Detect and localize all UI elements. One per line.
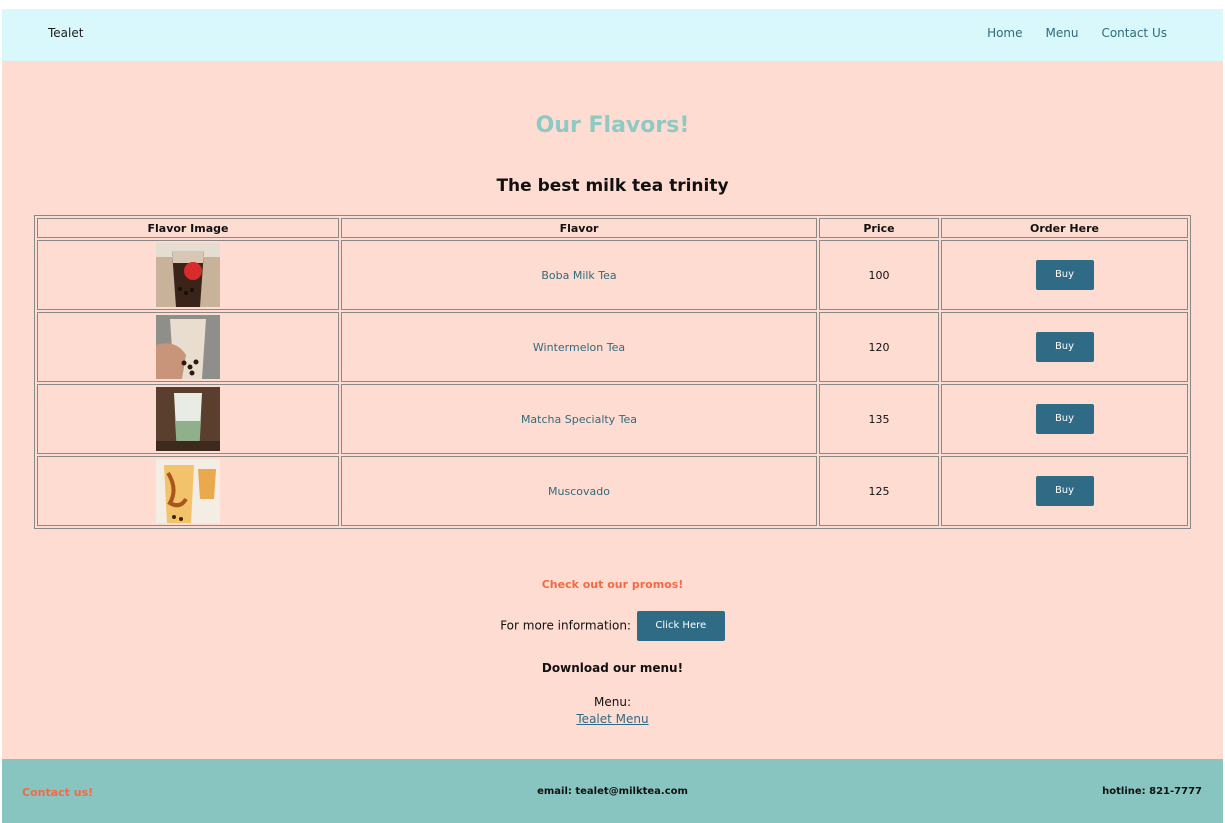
nav-link-contact[interactable]: Contact Us bbox=[1101, 26, 1167, 40]
flavor-name: Wintermelon Tea bbox=[532, 340, 626, 354]
nav-link-menu[interactable]: Menu bbox=[1046, 26, 1079, 40]
flavors-table: Flavor Image Flavor Price Order Here Bob bbox=[34, 215, 1191, 529]
nav-links: Home Menu Contact Us bbox=[987, 26, 1167, 40]
table-row: Boba Milk Tea 100 Buy bbox=[37, 240, 1188, 310]
footer-hotline: hotline: 821-7777 bbox=[1102, 786, 1202, 797]
flavor-cell: Muscovado bbox=[341, 456, 817, 526]
nav-link-home[interactable]: Home bbox=[987, 26, 1022, 40]
page-frame: Tealet Home Menu Contact Us Our Flavors!… bbox=[2, 9, 1223, 823]
table-row: Wintermelon Tea 120 Buy bbox=[37, 312, 1188, 382]
buy-button[interactable]: Buy bbox=[1035, 404, 1094, 434]
order-cell: Buy bbox=[941, 312, 1188, 382]
download-heading: Download our menu! bbox=[541, 661, 684, 675]
buy-button[interactable]: Buy bbox=[1035, 332, 1094, 362]
flavor-image-cell bbox=[37, 384, 339, 454]
more-info-row: For more information: Click Here bbox=[2, 611, 1223, 641]
header-flavor: Flavor bbox=[341, 218, 817, 238]
flavor-name: Muscovado bbox=[548, 484, 610, 498]
footer-email: email: tealet@milktea.com bbox=[537, 786, 688, 797]
header-order-here: Order Here bbox=[941, 218, 1188, 238]
flavor-name: Matcha Specialty Tea bbox=[520, 412, 638, 426]
flavor-image-cell bbox=[37, 240, 339, 310]
table-row: Matcha Specialty Tea 135 Buy bbox=[37, 384, 1188, 454]
table-row: Muscovado 125 Buy bbox=[37, 456, 1188, 526]
order-cell: Buy bbox=[941, 456, 1188, 526]
muscovado-tea-image bbox=[156, 459, 220, 523]
tealet-menu-link[interactable]: Tealet Menu bbox=[576, 712, 648, 726]
flavor-cell: Wintermelon Tea bbox=[341, 312, 817, 382]
price-cell: 135 bbox=[819, 384, 939, 454]
page-title: Our Flavors! bbox=[535, 113, 690, 138]
order-cell: Buy bbox=[941, 240, 1188, 310]
price-value: 120 bbox=[868, 340, 890, 354]
header-price: Price bbox=[819, 218, 939, 238]
navbar: Tealet Home Menu Contact Us bbox=[2, 9, 1223, 61]
buy-button[interactable]: Buy bbox=[1035, 260, 1094, 290]
flavor-name: Boba Milk Tea bbox=[541, 268, 617, 282]
menu-link-row: Tealet Menu bbox=[2, 712, 1223, 726]
footer: Contact us! email: tealet@milktea.com ho… bbox=[2, 759, 1223, 823]
promo-heading: Check out our promos! bbox=[541, 578, 684, 591]
price-cell: 120 bbox=[819, 312, 939, 382]
boba-milk-tea-image bbox=[156, 243, 220, 307]
brand-logo[interactable]: Tealet bbox=[48, 26, 83, 40]
more-info-text: For more information: bbox=[500, 618, 631, 633]
wintermelon-tea-image bbox=[156, 315, 220, 379]
flavor-image-cell bbox=[37, 312, 339, 382]
menu-label: Menu: bbox=[594, 695, 631, 709]
price-value: 135 bbox=[868, 412, 890, 426]
price-cell: 100 bbox=[819, 240, 939, 310]
buy-button[interactable]: Buy bbox=[1035, 476, 1094, 506]
table-header-row: Flavor Image Flavor Price Order Here bbox=[37, 218, 1188, 238]
price-value: 125 bbox=[868, 484, 890, 498]
flavor-cell: Matcha Specialty Tea bbox=[341, 384, 817, 454]
price-value: 100 bbox=[868, 268, 890, 282]
click-here-button[interactable]: Click Here bbox=[636, 611, 725, 641]
header-flavor-image: Flavor Image bbox=[37, 218, 339, 238]
matcha-tea-image bbox=[156, 387, 220, 451]
page-subtitle: The best milk tea trinity bbox=[496, 176, 729, 196]
price-cell: 125 bbox=[819, 456, 939, 526]
order-cell: Buy bbox=[941, 384, 1188, 454]
flavor-image-cell bbox=[37, 456, 339, 526]
flavor-cell: Boba Milk Tea bbox=[341, 240, 817, 310]
